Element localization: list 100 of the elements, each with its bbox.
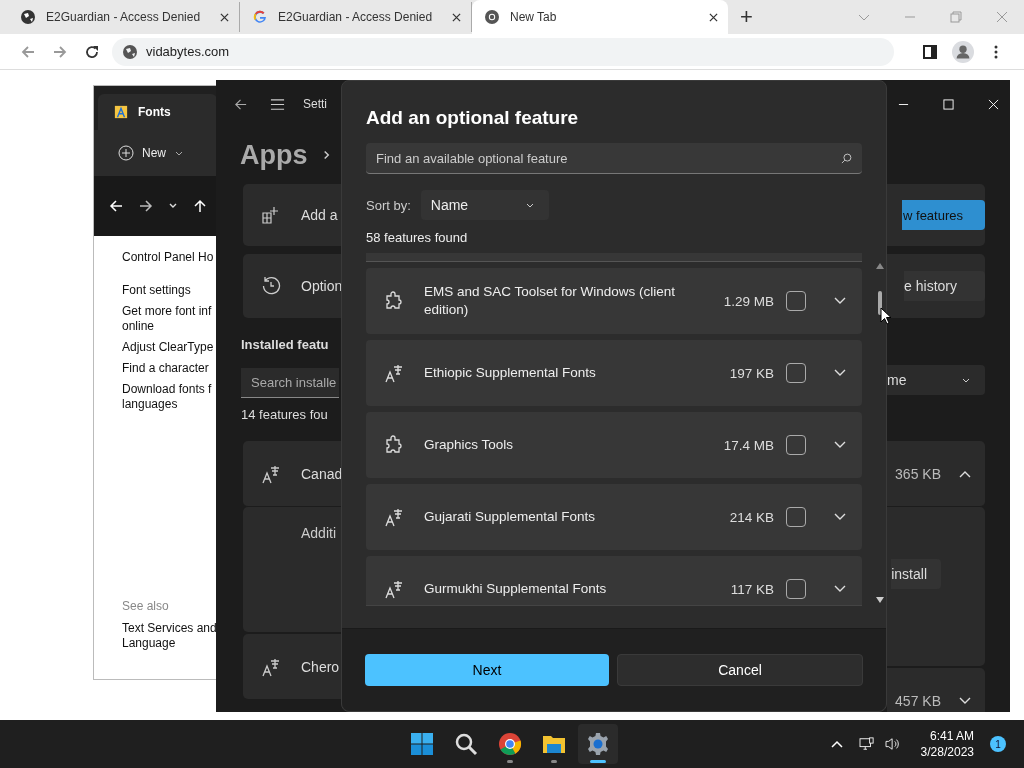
feature-count: 58 features found [366, 230, 469, 245]
history-button[interactable]: e history [904, 271, 985, 301]
checkbox[interactable] [786, 507, 806, 527]
chevron-icon[interactable] [834, 585, 846, 593]
uninstall-button[interactable]: install [891, 559, 941, 589]
feature-size: 17.4 MB [723, 437, 774, 453]
profile-icon[interactable] [952, 40, 974, 63]
font-icon [384, 363, 404, 383]
side-link[interactable]: Download fonts f languages [122, 382, 217, 412]
chevron-up-icon[interactable] [830, 740, 843, 748]
search-icon [841, 153, 852, 164]
history-icon [261, 276, 281, 296]
back-icon[interactable] [108, 198, 124, 214]
chrome-icon [484, 9, 500, 25]
side-link[interactable]: Adjust ClearType [122, 340, 217, 355]
puzzle-icon [384, 291, 404, 311]
side-link[interactable]: Text Services and Language [122, 621, 217, 651]
cancel-button[interactable]: Cancel [617, 654, 863, 686]
speaker-icon[interactable] [884, 737, 901, 751]
reload-icon[interactable] [84, 43, 100, 60]
feature-card[interactable]: Canad [243, 441, 341, 507]
chevron-icon[interactable] [959, 696, 971, 705]
window-tab[interactable]: Fonts [98, 94, 217, 130]
font-folder-icon [114, 104, 128, 120]
up-arrow-icon[interactable] [192, 198, 208, 214]
taskbar-button[interactable] [578, 724, 618, 764]
tab-title: E2Guardian - Access Denied [46, 10, 202, 24]
address-bar[interactable]: vidabytes.com [112, 37, 894, 66]
chevron-icon[interactable] [834, 513, 846, 521]
checkbox[interactable] [786, 291, 806, 311]
browser-tab[interactable]: New Tab [472, 0, 728, 34]
feature-item[interactable]: EMS and SAC Toolset for Windows (client edition) 1.29 MB [366, 268, 862, 334]
browser-tab[interactable]: E2Guardian - Access Denied [8, 2, 240, 32]
scroll-down-icon[interactable] [876, 597, 884, 603]
clock-date[interactable]: 3/28/2023 [920, 744, 974, 760]
feature-size: 214 KB [729, 509, 774, 525]
chevron-icon[interactable] [834, 297, 846, 305]
scroll-up-icon[interactable] [876, 263, 884, 269]
close-icon[interactable] [220, 12, 229, 22]
puzzle-icon [384, 435, 404, 455]
feature-count: 14 features fou [241, 406, 328, 422]
chrome-icon [498, 732, 522, 756]
side-link[interactable]: Find a character [122, 361, 217, 376]
checkbox[interactable] [786, 435, 806, 455]
add-grid-icon [261, 205, 281, 225]
feature-size: 365 KB [895, 465, 941, 482]
new-tab-button[interactable]: + [736, 4, 757, 30]
window-title: Setti [303, 97, 327, 111]
feature-item[interactable]: Gurmukhi Supplemental Fonts 117 KB [366, 556, 862, 605]
side-link[interactable]: Get more font inf online [122, 304, 217, 334]
sort-dropdown[interactable]: Name [420, 190, 549, 220]
feature-name: Gurmukhi Supplemental Fonts [424, 580, 608, 598]
view-features-button[interactable]: w features [902, 200, 985, 230]
checkbox[interactable] [786, 579, 806, 599]
font-icon [261, 463, 281, 484]
feature-name: Graphics Tools [424, 436, 515, 454]
checkbox[interactable] [786, 363, 806, 383]
notification-badge[interactable]: 1 [990, 736, 1006, 752]
side-link[interactable]: Control Panel Ho [122, 250, 217, 265]
sort-dropdown[interactable]: me [887, 365, 985, 395]
google-icon [252, 9, 268, 25]
feature-item[interactable]: Gujarati Supplemental Fonts 214 KB [366, 484, 862, 550]
network-icon[interactable] [858, 737, 875, 751]
feature-size: 117 KB [730, 581, 774, 597]
sort-label: Sort by: [366, 197, 411, 213]
menu-icon[interactable] [270, 96, 285, 112]
next-button[interactable]: Next [365, 654, 609, 686]
feature-name: Ethiopic Supplemental Fonts [424, 364, 597, 382]
search-icon [454, 732, 478, 756]
feature-name: EMS and SAC Toolset for Windows (client edition) [424, 283, 677, 319]
close-icon[interactable] [709, 12, 718, 22]
search-field[interactable]: Search installe [241, 368, 339, 398]
font-icon [261, 656, 281, 677]
forward-icon[interactable] [138, 198, 154, 214]
feature-item[interactable]: Graphics Tools 17.4 MB [366, 412, 862, 478]
section-heading: Installed featu [241, 337, 329, 352]
detail-label: Additi [301, 525, 337, 541]
feature-name: Chero [301, 658, 340, 675]
gear-icon [586, 732, 610, 756]
close-icon[interactable] [452, 12, 461, 22]
page-heading: Apps [240, 139, 308, 171]
tab-title: E2Guardian - Access Denied [278, 10, 434, 24]
chevron-icon[interactable] [834, 441, 846, 449]
font-icon [384, 507, 404, 527]
chevron-icon[interactable] [834, 369, 846, 377]
card-title: Add a [301, 207, 338, 223]
clock-time[interactable]: 6:41 AM [929, 728, 974, 744]
chevron-icon[interactable] [959, 469, 971, 478]
feature-item[interactable]: Ethiopic Supplemental Fonts 197 KB [366, 340, 862, 406]
plus-circle-icon [118, 145, 134, 161]
windows-logo-icon [410, 732, 434, 756]
side-panel-icon[interactable] [922, 43, 938, 60]
feature-name: Canad [301, 465, 341, 482]
side-link[interactable]: Font settings [122, 283, 217, 298]
search-field[interactable]: Find an available optional feature [366, 143, 862, 174]
feature-size: 457 KB [895, 692, 941, 709]
maximize-icon[interactable] [943, 98, 954, 110]
tab-title: New Tab [510, 10, 558, 24]
feature-name: Gujarati Supplemental Fonts [424, 508, 597, 526]
feature-card[interactable]: Chero [243, 634, 341, 699]
